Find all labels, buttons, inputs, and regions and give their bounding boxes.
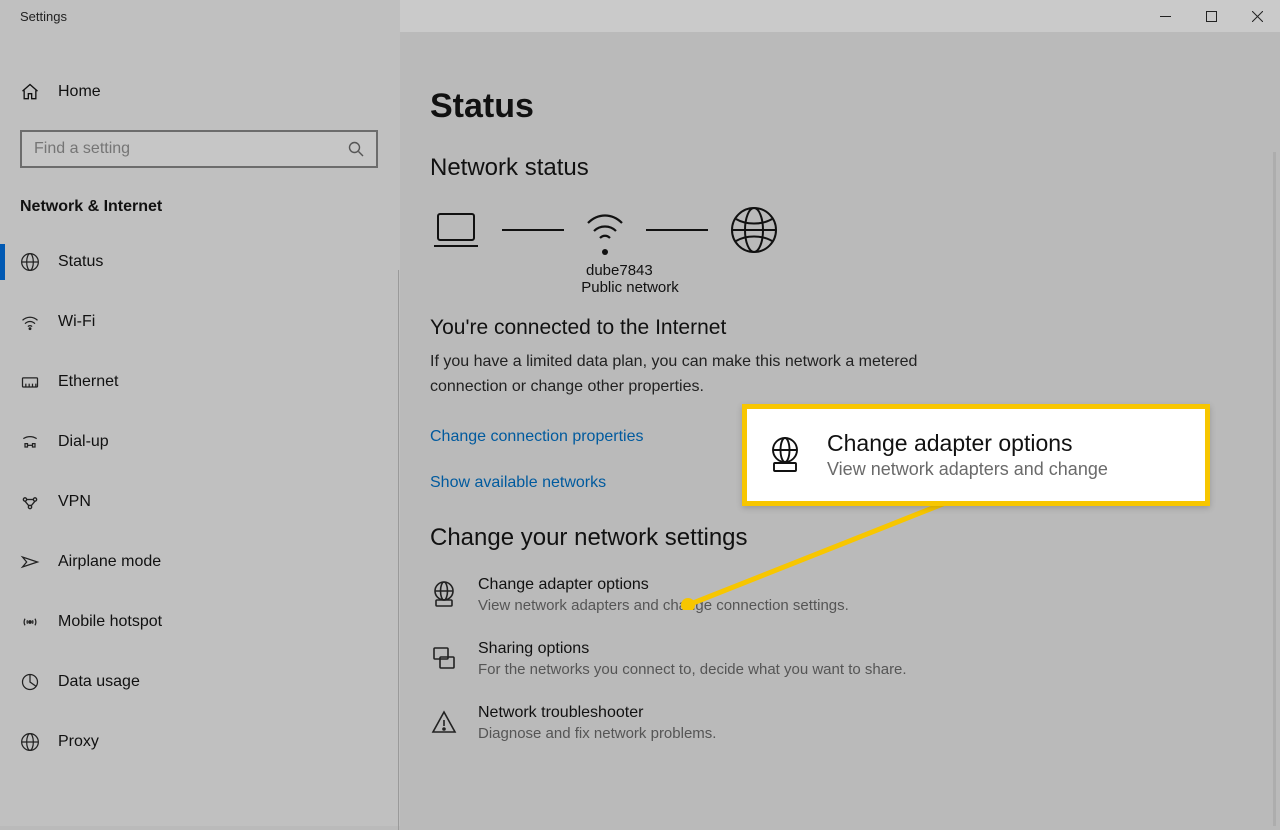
data-usage-icon: [20, 672, 40, 692]
hotspot-icon: [20, 612, 40, 632]
connected-heading: You're connected to the Internet: [430, 316, 1250, 340]
connected-description: If you have a limited data plan, you can…: [430, 350, 950, 400]
globe-icon: [20, 252, 40, 272]
search-input-container[interactable]: [20, 130, 378, 168]
ethernet-icon: [20, 372, 40, 392]
sidebar-item-label: Status: [58, 253, 103, 271]
sidebar-item-datausage[interactable]: Data usage: [0, 658, 400, 706]
section-heading-change-settings: Change your network settings: [430, 524, 1250, 552]
sidebar-item-wifi[interactable]: Wi-Fi: [0, 298, 400, 346]
option-title: Network troubleshooter: [478, 704, 716, 722]
connection-line-2: [646, 229, 708, 231]
laptop-icon: [430, 204, 482, 256]
close-button[interactable]: [1234, 0, 1280, 32]
search-input[interactable]: [34, 140, 348, 158]
wifi-dot: [602, 249, 608, 255]
option-title: Change adapter options: [478, 576, 849, 594]
section-heading-network-status: Network status: [430, 154, 1250, 182]
home-label: Home: [58, 83, 101, 101]
maximize-button[interactable]: [1188, 0, 1234, 32]
sidebar-item-label: Data usage: [58, 673, 140, 691]
scrollbar-track[interactable]: [1273, 152, 1276, 826]
airplane-icon: [20, 552, 40, 572]
wifi-signal-icon: [584, 205, 626, 247]
sidebar-item-airplane[interactable]: Airplane mode: [0, 538, 400, 586]
callout-annotation: Change adapter options View network adap…: [742, 404, 1210, 506]
option-troubleshooter[interactable]: Network troubleshooter Diagnose and fix …: [430, 704, 1250, 742]
network-name: dube7843: [586, 262, 646, 279]
sidebar-item-label: Mobile hotspot: [58, 613, 162, 631]
sidebar-item-proxy[interactable]: Proxy: [0, 718, 400, 766]
window-title: Settings: [0, 0, 400, 32]
network-diagram: [430, 204, 1250, 256]
sidebar-item-label: Airplane mode: [58, 553, 161, 571]
option-title: Sharing options: [478, 640, 907, 658]
page-title: Status: [430, 87, 1250, 126]
callout-desc: View network adapters and change: [827, 459, 1108, 480]
dialup-icon: [20, 432, 40, 452]
sidebar-divider: [398, 270, 399, 830]
sidebar-item-vpn[interactable]: VPN: [0, 478, 400, 526]
connection-line: [502, 229, 564, 231]
sharing-icon: [430, 644, 458, 672]
wifi-icon: [20, 312, 40, 332]
option-sharing[interactable]: Sharing options For the networks you con…: [430, 640, 1250, 678]
settings-window: Settings Home: [0, 0, 1280, 826]
sidebar-item-ethernet[interactable]: Ethernet: [0, 358, 400, 406]
sidebar: Home Network & Internet Status: [0, 32, 400, 826]
sidebar-item-label: Ethernet: [58, 373, 118, 391]
adapter-icon: [765, 435, 805, 475]
home-icon: [20, 82, 40, 102]
search-icon: [348, 141, 364, 157]
sidebar-item-label: VPN: [58, 493, 91, 511]
internet-globe-icon: [728, 204, 780, 256]
option-change-adapter[interactable]: Change adapter options View network adap…: [430, 576, 1250, 614]
sidebar-item-label: Proxy: [58, 733, 99, 751]
sidebar-item-hotspot[interactable]: Mobile hotspot: [0, 598, 400, 646]
proxy-icon: [20, 732, 40, 752]
sidebar-item-status[interactable]: Status: [0, 238, 400, 286]
callout-title: Change adapter options: [827, 430, 1108, 457]
sidebar-item-label: Dial-up: [58, 433, 109, 451]
minimize-button[interactable]: [1142, 0, 1188, 32]
vpn-icon: [20, 492, 40, 512]
titlebar: Settings: [0, 0, 1280, 32]
option-desc: For the networks you connect to, decide …: [478, 661, 907, 678]
option-desc: View network adapters and change connect…: [478, 597, 849, 614]
adapter-icon: [430, 580, 458, 608]
option-desc: Diagnose and fix network problems.: [478, 725, 716, 742]
sidebar-category: Network & Internet: [0, 198, 400, 216]
home-button[interactable]: Home: [20, 82, 380, 102]
sidebar-item-label: Wi-Fi: [58, 313, 95, 331]
network-type: Public network: [550, 279, 710, 296]
sidebar-item-dialup[interactable]: Dial-up: [0, 418, 400, 466]
troubleshooter-icon: [430, 708, 458, 736]
network-diagram-center: [584, 205, 626, 255]
